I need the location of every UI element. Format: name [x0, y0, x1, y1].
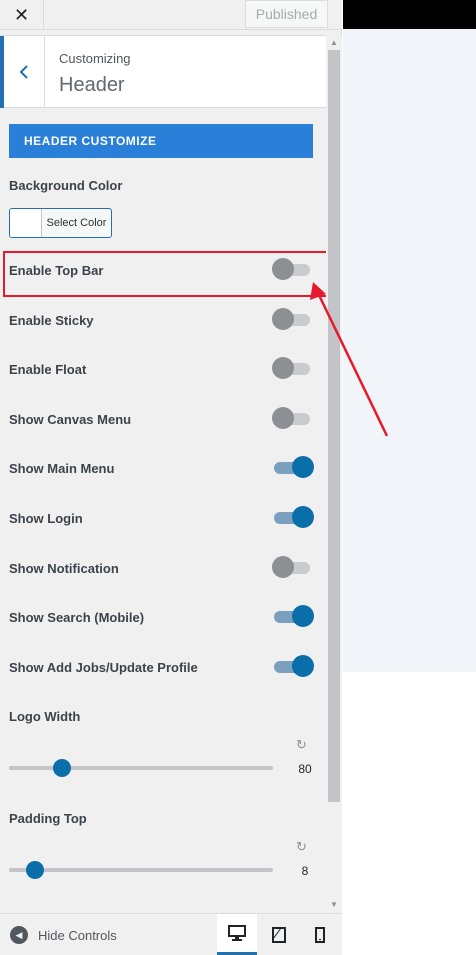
preview-header-bar [343, 0, 476, 29]
toggle-label: Show Add Jobs/Update Profile [9, 660, 198, 675]
collapse-icon: ◀ [10, 926, 28, 944]
toggle-switch[interactable] [272, 308, 312, 330]
customizer-topbar: ✕ Published [0, 0, 342, 30]
toggle-knob [292, 456, 314, 478]
toggle-switch[interactable] [272, 605, 314, 627]
background-color-label: Background Color [9, 178, 123, 193]
toggle-knob [272, 556, 294, 578]
toggle-label: Show Canvas Menu [9, 412, 132, 427]
toggle-label: Show Search (Mobile) [9, 610, 145, 625]
scroll-up-icon[interactable]: ▲ [327, 36, 341, 48]
slider-rail [9, 766, 273, 770]
highlight-box [3, 251, 328, 297]
toggle-switch[interactable] [272, 655, 314, 677]
toggle-switch[interactable] [272, 556, 312, 578]
published-button[interactable]: Published [245, 0, 328, 28]
customizer-window: ✕ Published Customizing Header HEADER CU… [0, 0, 476, 955]
padding-top-slider[interactable] [9, 860, 273, 880]
toggle-label: Show Notification [9, 561, 119, 576]
reset-icon[interactable]: ↻ [296, 737, 307, 753]
desktop-icon[interactable] [217, 914, 257, 955]
toggle-knob [272, 308, 294, 330]
toggle-switch[interactable] [272, 456, 314, 478]
color-swatch [10, 209, 42, 237]
preview-footer-area [343, 672, 476, 955]
section-header-customize[interactable]: HEADER CUSTOMIZE [9, 124, 313, 158]
padding-top-label: Padding Top [9, 811, 87, 826]
hide-controls-button[interactable]: ◀ Hide Controls [10, 914, 117, 955]
slider-handle[interactable] [26, 861, 44, 879]
toggle-label: Enable Sticky [9, 313, 94, 328]
slider-rail [9, 868, 273, 872]
toggle-knob [272, 357, 294, 379]
scroll-down-icon[interactable]: ▼ [327, 898, 341, 910]
logo-width-value: 80 [298, 762, 312, 776]
close-icon[interactable]: ✕ [0, 0, 44, 30]
back-arrow-icon[interactable] [0, 36, 45, 108]
toggle-label: Enable Float [9, 362, 87, 377]
logo-width-label: Logo Width [9, 709, 81, 724]
chevron-left-icon [19, 65, 28, 79]
toggle-switch[interactable] [272, 357, 312, 379]
slider-handle[interactable] [53, 759, 71, 777]
select-color-label: Select Color [46, 217, 107, 229]
hide-controls-label: Hide Controls [38, 927, 117, 943]
toggle-knob [292, 506, 314, 528]
panel-subtitle: Customizing [59, 51, 131, 66]
toggle-label: Show Login [9, 511, 83, 526]
reset-icon[interactable]: ↻ [296, 839, 307, 855]
padding-top-value: 8 [301, 864, 309, 878]
scrollbar-thumb[interactable] [328, 50, 340, 802]
panel-header: Customizing Header [0, 35, 326, 108]
select-color-button[interactable]: Select Color [9, 208, 112, 238]
toggle-label: Show Main Menu [9, 461, 115, 476]
panel-title: Header [59, 74, 125, 96]
mobile-icon[interactable] [300, 914, 340, 955]
tablet-icon[interactable] [259, 914, 299, 955]
site-preview [343, 29, 476, 672]
toggle-knob [292, 605, 314, 627]
controls-list: HEADER CUSTOMIZE Background Color Select… [0, 108, 342, 913]
customizer-footer: ◀ Hide Controls [0, 913, 342, 955]
toggle-switch[interactable] [272, 407, 312, 429]
customizer-sidebar: ✕ Published Customizing Header HEADER CU… [0, 0, 342, 955]
toggle-knob [272, 407, 294, 429]
toggle-switch[interactable] [272, 506, 314, 528]
toggle-knob [292, 655, 314, 677]
logo-width-slider[interactable] [9, 758, 273, 778]
